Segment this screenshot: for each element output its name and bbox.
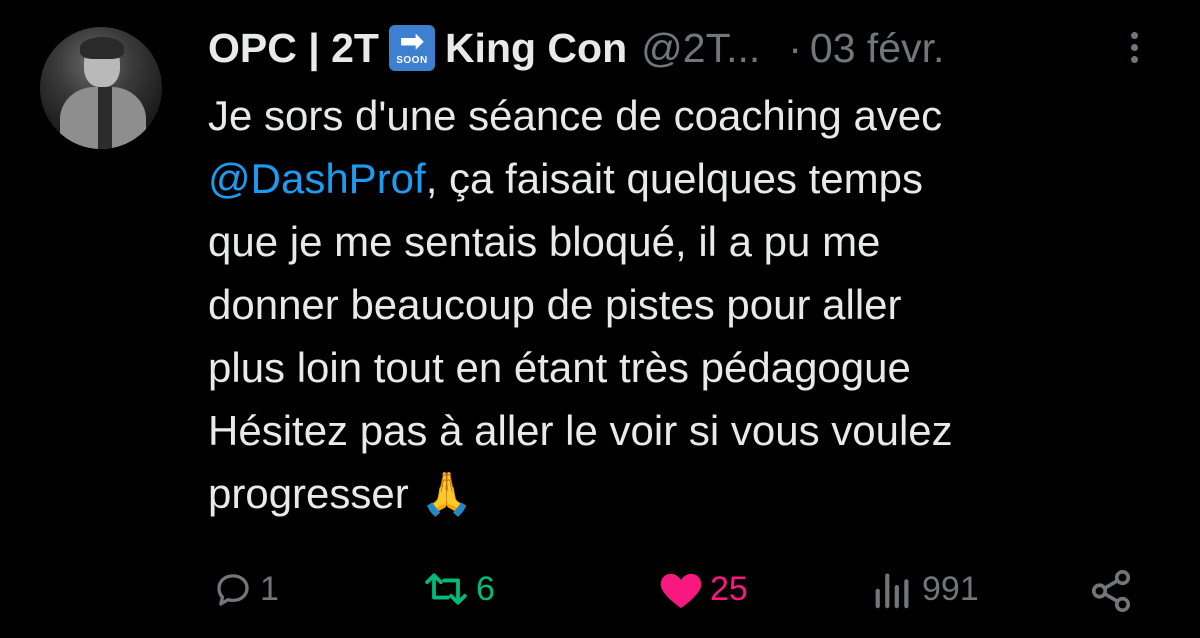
tweet-text: Je sors d'une séance de coaching avec @D… [208,84,1168,525]
tweet-line: progresser 🙏 [208,462,1168,525]
reply-button[interactable]: 1 [212,568,279,610]
author-display-name[interactable]: OPC | 2T [208,25,379,72]
folded-hands-emoji: 🙏 [420,470,473,517]
avatar-hair-shape [80,37,124,59]
mention-link[interactable]: @DashProf [208,155,426,202]
tweet-line: que je me sentais bloqué, il a pu me [208,218,881,265]
author-display-name-2[interactable]: King Con [445,25,627,72]
author-handle[interactable]: @2T... [641,25,760,72]
share-button[interactable] [1088,568,1134,614]
retweet-icon [425,573,467,605]
separator-dot: · [788,24,802,71]
tweet-line: @DashProf, ça faisait quelques temps [208,147,1168,210]
views-button[interactable]: 991 [870,568,979,610]
soon-arrow-icon: ➡ SOON [388,25,435,71]
reply-icon [217,574,249,606]
retweet-count: 6 [476,569,495,608]
more-icon[interactable] [1124,28,1144,68]
action-bar: 1 6 25 991 [0,560,1200,620]
views-count: 991 [922,569,979,608]
soon-arrow-glyph: ➡ [399,25,425,58]
reply-count: 1 [260,569,279,608]
heart-icon [660,573,702,609]
tweet-line: Hésitez pas à aller le voir si vous voul… [208,407,953,454]
tweet-line: plus loin tout en étant très pédagogue [208,344,911,391]
tweet-header: OPC | 2T ➡ SOON King Con @2T... · 03 fév… [208,18,944,78]
tweet-line-text: progresser [208,470,409,517]
share-icon [1091,570,1131,612]
avatar[interactable] [40,27,162,149]
tweet-line: donner beaucoup de pistes pour aller [208,281,902,328]
views-icon [875,573,909,609]
retweet-button[interactable]: 6 [422,568,495,610]
tweet-date[interactable]: 03 févr. [810,25,944,72]
like-button[interactable]: 25 [658,568,748,610]
tweet-line-rest: , ça faisait quelques temps [425,155,923,202]
like-count: 25 [710,569,748,608]
avatar-stripe-shape [98,87,112,149]
soon-badge-text: SOON [396,55,428,66]
tweet-line: Je sors d'une séance de coaching avec [208,92,943,139]
